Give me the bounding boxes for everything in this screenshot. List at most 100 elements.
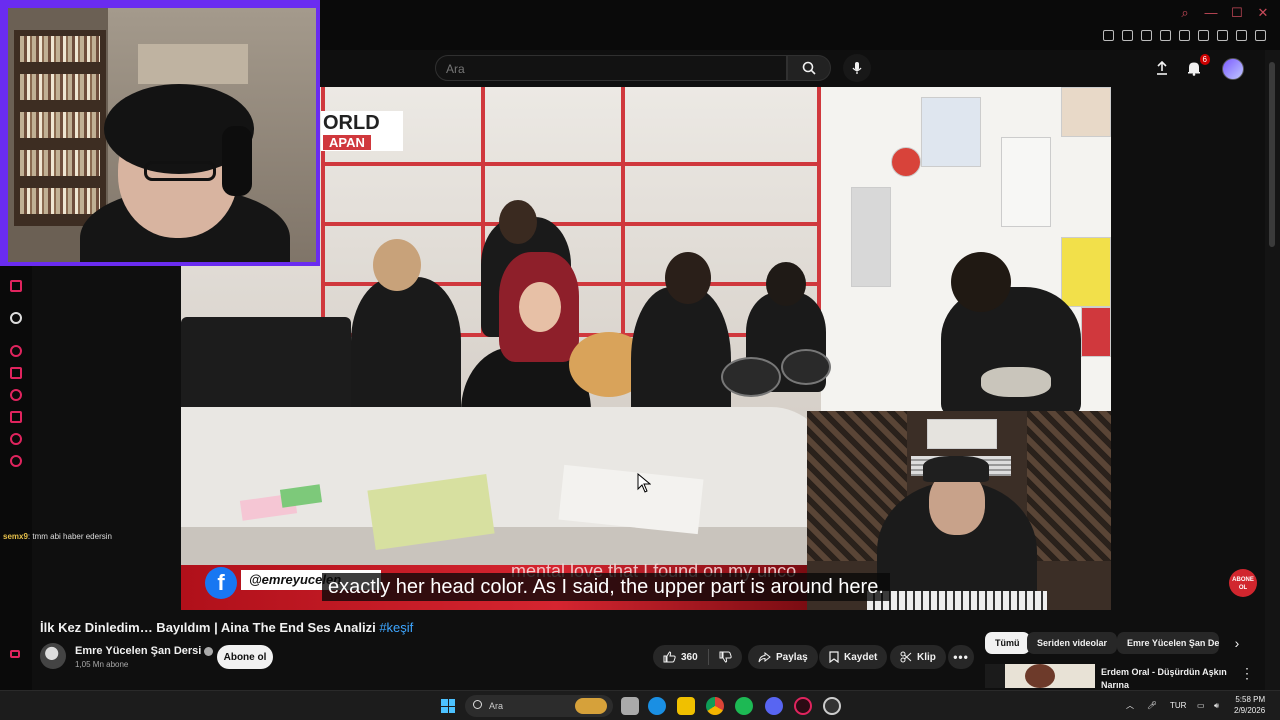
share-button[interactable]: Paylaş	[748, 645, 818, 669]
volume-icon[interactable]: 🔊︎	[1214, 691, 1219, 720]
bookmark-icon	[829, 651, 839, 663]
shield-icon[interactable]	[1141, 30, 1152, 41]
scrollbar-thumb[interactable]	[1269, 62, 1275, 247]
search-icon[interactable]: ⌕	[1178, 6, 1192, 20]
extension-icon[interactable]	[10, 433, 22, 445]
page-scrollbar[interactable]	[1265, 50, 1280, 690]
channel-name[interactable]: Emre Yücelen Şan Dersi	[75, 645, 214, 657]
chevron-up-icon[interactable]: ︿	[1126, 691, 1134, 720]
chrome-icon[interactable]	[706, 697, 724, 715]
minimize-icon[interactable]: —	[1204, 6, 1218, 20]
subscriber-count: 1,05 Mn abone	[75, 660, 129, 669]
more-actions-button[interactable]: •••	[948, 645, 974, 669]
bookmark-icon[interactable]	[10, 367, 22, 379]
taskbar-search-label: Ara	[489, 701, 504, 711]
play-icon[interactable]	[1160, 30, 1171, 41]
search-input[interactable]	[436, 56, 786, 82]
chip-series[interactable]: Seriden videolar	[1027, 632, 1118, 654]
abone-watermark: ABONE OL	[1229, 569, 1257, 597]
puzzle-icon[interactable]	[1198, 30, 1209, 41]
chatgpt-icon[interactable]	[10, 312, 22, 324]
menu-icon[interactable]	[1255, 30, 1266, 41]
screenshot-icon[interactable]	[1122, 30, 1133, 41]
video-title: İlk Kez Dinledim… Bayıldım | Aina The En…	[40, 620, 413, 635]
notification-badge: 6	[1199, 54, 1210, 65]
video-player[interactable]: ORLD APAN f @emreyucelen mental love tha…	[181, 87, 1111, 610]
history-icon[interactable]	[10, 389, 22, 401]
chevron-right-icon[interactable]: ›	[1228, 634, 1246, 652]
subscribe-button[interactable]: Abone ol	[217, 645, 273, 669]
japan-banner-text: APAN	[323, 135, 371, 150]
task-view-icon[interactable]	[621, 697, 639, 715]
glasses	[144, 161, 216, 181]
voice-search-button[interactable]	[843, 54, 871, 82]
save-group: Kaydet	[819, 645, 888, 669]
youtube-header: 6	[320, 50, 1265, 86]
share-label: Paylaş	[776, 651, 808, 663]
more-vertical-icon[interactable]: ⋮	[1240, 665, 1254, 682]
video-caption: exactly her head color. As I said, the u…	[322, 573, 890, 601]
search-button[interactable]	[787, 55, 831, 81]
notifications-button[interactable]: 6	[1184, 54, 1210, 78]
channel-avatar[interactable]	[40, 643, 66, 669]
account-avatar[interactable]	[1222, 58, 1244, 80]
upload-button[interactable]	[1152, 58, 1172, 78]
headphones	[222, 126, 252, 196]
share-icon	[758, 651, 771, 662]
spotify-icon[interactable]	[735, 697, 753, 715]
dislike-button[interactable]	[709, 645, 742, 669]
maximize-icon[interactable]: ☐	[1230, 6, 1244, 20]
recommended-title[interactable]: Erdem Oral - Düşürdün Aşkın Narına	[1101, 666, 1231, 692]
file-explorer-icon[interactable]	[677, 697, 695, 715]
clock-date: 2/9/2026	[1234, 706, 1266, 715]
settings-icon[interactable]	[10, 455, 22, 467]
search-box	[435, 55, 787, 82]
opera-gx-icon[interactable]	[794, 697, 812, 715]
gx-icon[interactable]	[10, 650, 20, 658]
download-icon[interactable]	[10, 411, 22, 423]
hashtag-link[interactable]: #keşif	[379, 620, 413, 635]
recommended-thumbnail[interactable]	[985, 664, 1095, 688]
system-clock[interactable]: 5:58 PM 2/9/2026	[1234, 694, 1265, 716]
facebook-icon: f	[205, 567, 237, 599]
discord-icon[interactable]	[765, 697, 783, 715]
extensions-toolbar	[1103, 30, 1266, 41]
chip-channel[interactable]: Emre Yücelen Şan De	[1117, 632, 1219, 654]
like-button[interactable]: 360	[653, 645, 708, 669]
thumbs-up-icon	[663, 651, 676, 663]
taskbar-search[interactable]: Ara	[465, 695, 613, 717]
mouse-cursor-icon	[637, 473, 651, 493]
world-banner-text: ORLD	[323, 112, 380, 134]
download-icon[interactable]	[1236, 30, 1247, 41]
chip-all[interactable]: Tümü	[985, 632, 1030, 654]
save-button[interactable]: Kaydet	[819, 645, 887, 669]
network-icon[interactable]: ▭	[1197, 691, 1205, 720]
chat-message: semx9: tmm abi haber edersin	[3, 532, 112, 541]
bookmark-icon[interactable]	[1103, 30, 1114, 41]
language-indicator[interactable]: TUR	[1170, 691, 1186, 720]
close-icon[interactable]: ✕	[1256, 6, 1270, 20]
streamer-webcam	[0, 0, 320, 266]
scissors-icon	[900, 651, 912, 663]
window-controls: ⌕ — ☐ ✕	[1178, 6, 1270, 20]
more-horizontal-icon: •••	[953, 650, 969, 664]
like-dislike-group: 360	[653, 645, 742, 669]
music-icon[interactable]	[10, 345, 22, 357]
heart-icon[interactable]	[1179, 30, 1190, 41]
app-icon[interactable]	[823, 697, 841, 715]
bookshelf	[14, 30, 106, 226]
reactor-cap	[923, 456, 989, 482]
start-button[interactable]	[441, 699, 455, 713]
chat-username: semx9	[3, 532, 28, 541]
microphone-icon	[852, 62, 862, 74]
microphone-icon[interactable]: 🎤︎	[1147, 691, 1157, 720]
edge-icon[interactable]	[648, 697, 666, 715]
screen: ⌕ — ☐ ✕ Ara 6 ORLD APAN f @emreyucelen m…	[0, 0, 1280, 720]
clip-button[interactable]: Klip	[890, 645, 946, 669]
profile-icon[interactable]	[1217, 30, 1228, 41]
channel-name-text[interactable]: Emre Yücelen Şan Dersi	[75, 645, 201, 657]
mail-icon[interactable]	[10, 280, 22, 292]
chat-text: : tmm abi haber edersin	[27, 532, 112, 541]
like-count: 360	[681, 651, 698, 663]
verified-icon	[204, 646, 214, 656]
